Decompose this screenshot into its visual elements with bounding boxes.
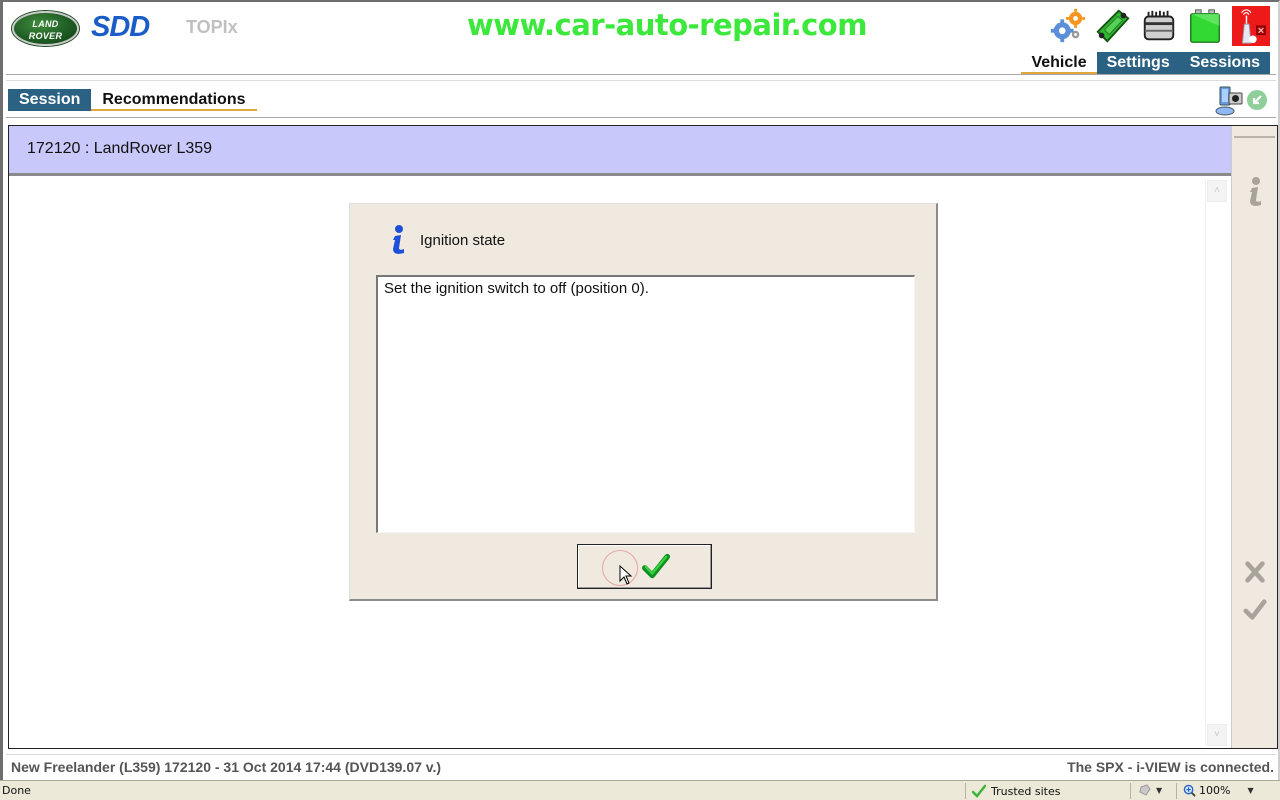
divider xyxy=(6,74,1276,75)
side-action-panel xyxy=(1231,126,1277,748)
logo-text-line2: ROVER xyxy=(28,31,63,41)
divider xyxy=(1234,136,1275,138)
watermark-text: www.car-auto-repair.com xyxy=(467,8,867,42)
chevron-down-icon: ▼ xyxy=(1247,786,1254,795)
session-info: New Freelander (L359) 172120 - 31 Oct 20… xyxy=(11,759,442,775)
main-nav-tabs: Vehicle Settings Sessions xyxy=(1021,52,1270,74)
chevron-down-icon: ▼ xyxy=(1156,785,1163,795)
sdd-logo: SDD xyxy=(91,11,150,43)
tab-session[interactable]: Session xyxy=(8,89,92,111)
divider xyxy=(6,117,1276,118)
scroll-down-button[interactable]: ˅ xyxy=(1207,724,1227,746)
info-icon[interactable] xyxy=(1242,176,1268,208)
confirm-icon[interactable] xyxy=(1242,594,1268,626)
protected-mode-menu[interactable]: ▼ xyxy=(1138,783,1162,797)
topix-logo: TOPIx xyxy=(186,17,238,37)
zoom-icon xyxy=(1183,784,1196,797)
trusted-check-icon xyxy=(972,784,986,798)
tab-settings[interactable]: Settings xyxy=(1096,52,1180,74)
zoom-level: 100% xyxy=(1199,784,1231,797)
vci-connection-error-icon[interactable] xyxy=(1232,6,1270,46)
divider xyxy=(1130,783,1131,799)
vertical-scrollbar[interactable]: ˄ ˅ xyxy=(1205,180,1227,746)
info-icon xyxy=(388,224,408,256)
divider xyxy=(965,783,966,799)
vehicle-icon[interactable] xyxy=(1094,6,1132,46)
security-zone[interactable]: Trusted sites xyxy=(972,784,1061,798)
vehicle-title-bar: 172120 : LandRover L359 xyxy=(9,126,1231,176)
tab-recommendations[interactable]: Recommendations xyxy=(91,89,257,111)
tab-sessions[interactable]: Sessions xyxy=(1179,52,1270,74)
ignition-state-dialog: Ignition state Set the ignition switch t… xyxy=(349,203,938,601)
sub-toolbar-icons xyxy=(1214,84,1268,116)
battery-icon[interactable] xyxy=(1186,6,1224,46)
logo-text-line1: LAND xyxy=(32,19,59,29)
scroll-up-button[interactable]: ˄ xyxy=(1207,180,1227,202)
ecu-module-icon[interactable] xyxy=(1140,6,1178,46)
zoom-menu[interactable]: 100% ▼ xyxy=(1183,784,1254,797)
connection-status: The SPX - i-VIEW is connected. xyxy=(1067,759,1274,775)
zone-label: Trusted sites xyxy=(991,784,1061,798)
land-rover-logo: LAND ROVER xyxy=(12,11,79,46)
browser-status-bar: Done Trusted sites ▼ 100% ▼ xyxy=(0,780,1280,800)
green-arrow-icon[interactable] xyxy=(1246,89,1268,111)
ok-button[interactable] xyxy=(577,544,712,589)
vehicle-title: 172120 : LandRover L359 xyxy=(27,140,213,157)
checkmark-icon xyxy=(641,553,670,578)
status-text: Done xyxy=(2,784,31,797)
divider xyxy=(6,80,1276,81)
dialog-title: Ignition state xyxy=(420,232,506,249)
settings-gears-icon[interactable] xyxy=(1048,6,1086,46)
mouse-cursor-icon xyxy=(619,565,633,585)
sub-nav-tabs: Session Recommendations xyxy=(8,89,257,111)
toolbar-icons xyxy=(1048,6,1270,46)
divider xyxy=(1176,783,1177,799)
protected-mode-icon xyxy=(1139,784,1151,796)
tab-vehicle[interactable]: Vehicle xyxy=(1021,52,1097,74)
cancel-icon[interactable] xyxy=(1242,556,1268,588)
divider xyxy=(6,754,1276,755)
screenshot-camera-icon[interactable] xyxy=(1214,84,1244,116)
dialog-message: Set the ignition switch to off (position… xyxy=(376,275,915,533)
app-window: LAND ROVER SDD TOPIx www.car-auto-repair… xyxy=(0,0,1280,780)
